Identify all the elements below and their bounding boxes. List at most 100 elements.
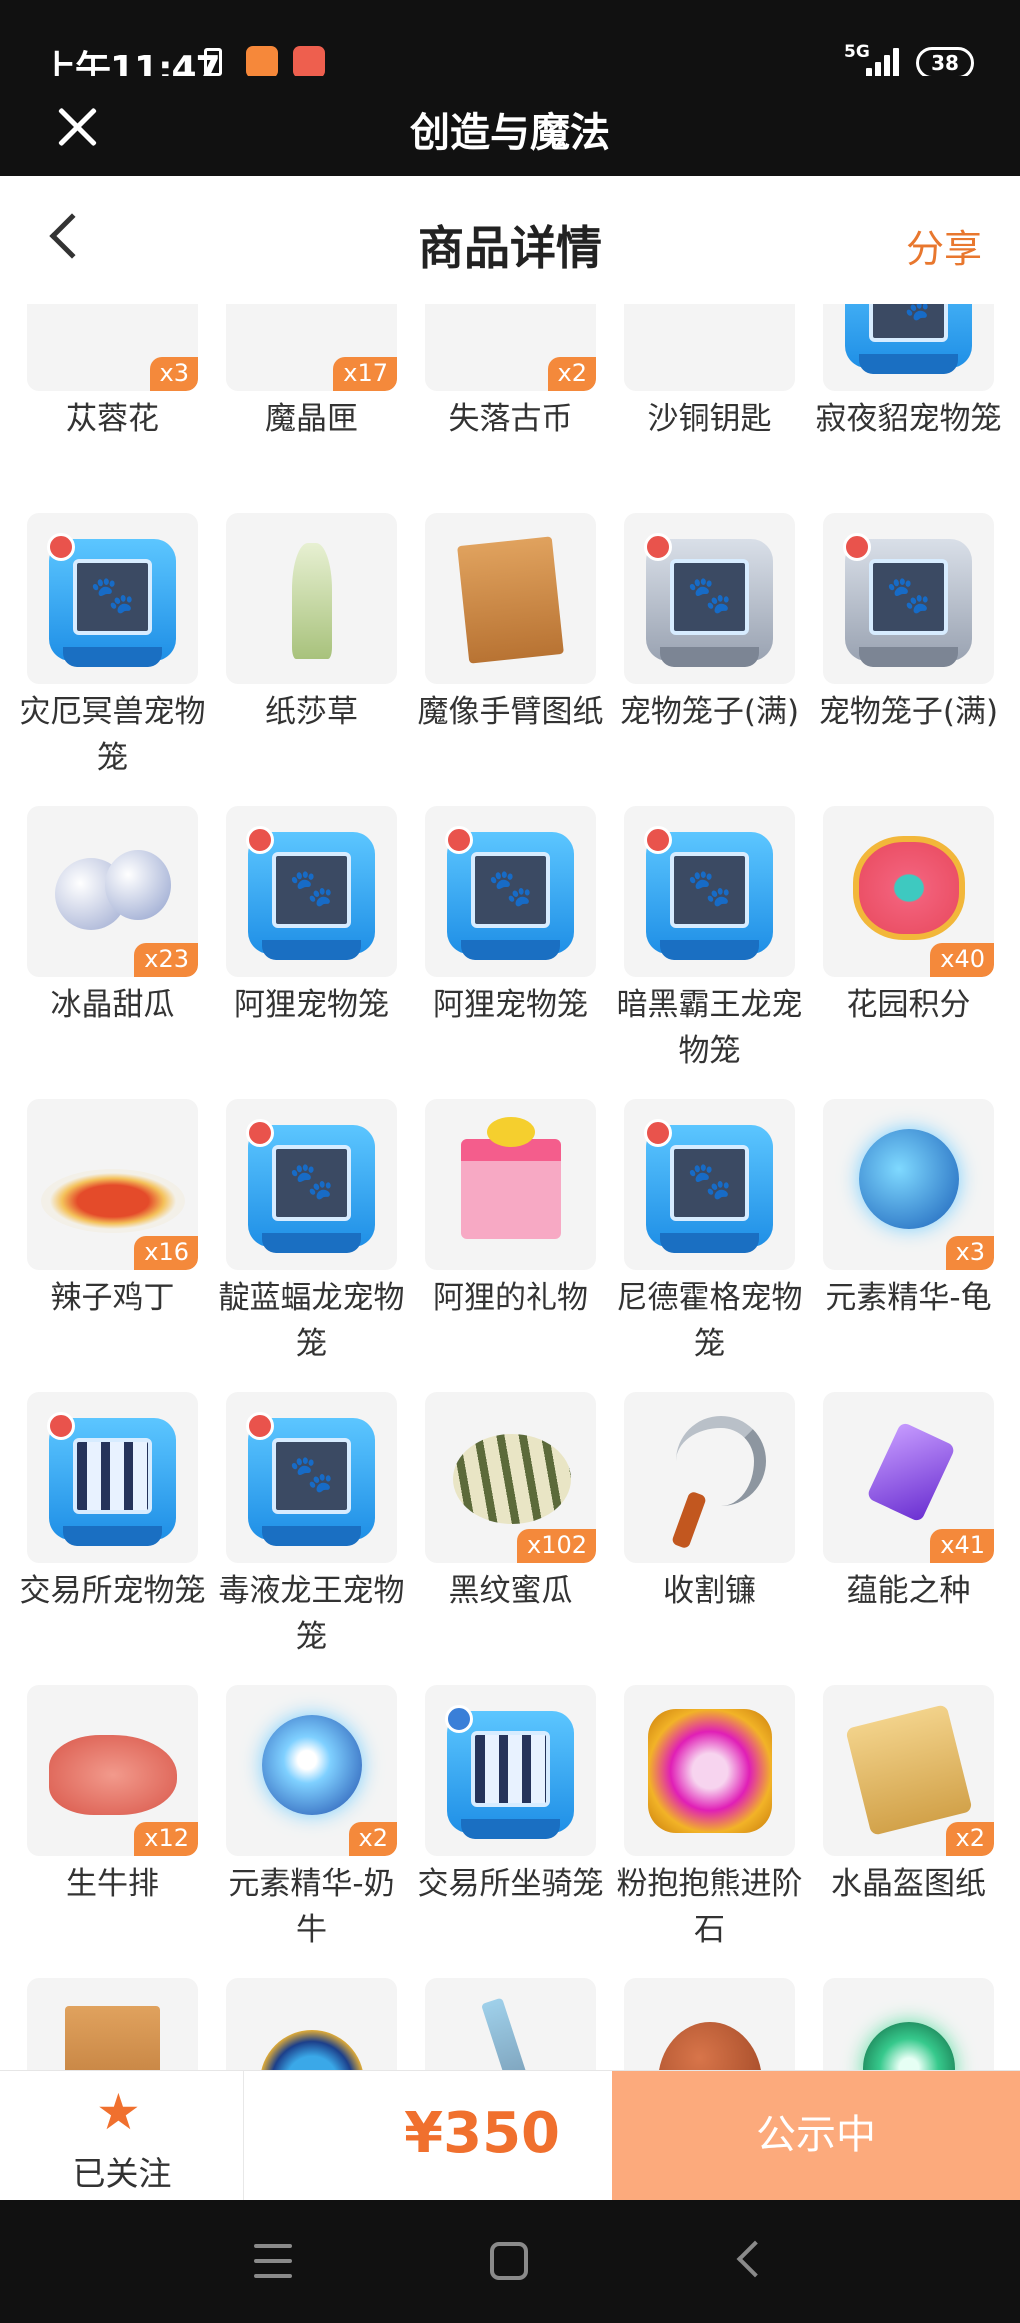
menu-icon[interactable] bbox=[254, 2244, 292, 2278]
item-name: 交易所宠物笼 bbox=[19, 1573, 206, 1609]
signal-icon bbox=[866, 46, 902, 78]
item-name: 苁蓉花 bbox=[66, 401, 159, 437]
garden-points-icon bbox=[853, 836, 965, 940]
quantity-badge: x2 bbox=[945, 1822, 994, 1856]
item-card[interactable]: 魔像手臂图纸 bbox=[418, 513, 604, 730]
item-card[interactable] bbox=[27, 1978, 198, 2070]
item-card[interactable]: 🐾 毒液龙王宠物笼 bbox=[219, 1392, 405, 1655]
item-thumbnail bbox=[27, 1392, 198, 1563]
item-thumbnail bbox=[27, 1978, 198, 2070]
quantity-badge: x41 bbox=[930, 1529, 994, 1563]
item-thumbnail bbox=[226, 1978, 397, 2070]
item-thumbnail: 🐾 bbox=[823, 513, 994, 684]
item-card[interactable]: 粉抱抱熊进阶石 bbox=[617, 1685, 803, 1948]
item-card[interactable]: x3 元素精华-龟 bbox=[823, 1099, 994, 1316]
essence-orb-icon bbox=[262, 1715, 362, 1815]
item-name: 沙铜钥匙 bbox=[647, 401, 772, 437]
item-thumbnail: 🐾 bbox=[624, 1099, 795, 1270]
item-name: 交易所坐骑笼 bbox=[417, 1866, 604, 1902]
item-card[interactable]: 🐾 宠物笼子(满) bbox=[819, 513, 998, 730]
item-card[interactable]: 沙铜钥匙 bbox=[624, 304, 795, 437]
quantity-badge: x2 bbox=[547, 357, 596, 391]
follow-button[interactable]: ★ 已关注 bbox=[0, 2071, 244, 2201]
blueprint-icon bbox=[65, 2006, 160, 2070]
gift-bow-icon bbox=[487, 1117, 535, 1147]
back-icon[interactable] bbox=[736, 2240, 774, 2278]
ice-melon-icon-2 bbox=[105, 850, 171, 920]
item-card[interactable]: 纸莎草 bbox=[226, 513, 397, 730]
essence-orb-icon bbox=[859, 1129, 959, 1229]
item-card[interactable]: 🐾 阿狸宠物笼 bbox=[425, 806, 596, 1023]
item-thumbnail: x23 bbox=[27, 806, 198, 977]
item-card[interactable]: x17 魔晶匣 bbox=[226, 304, 397, 437]
item-card[interactable]: x2 失落古币 bbox=[425, 304, 596, 437]
pet-cage-icon: 🐾 bbox=[845, 304, 972, 374]
share-button[interactable]: 分享 bbox=[906, 218, 982, 273]
item-card[interactable]: x102 黑纹蜜瓜 bbox=[425, 1392, 596, 1609]
item-thumbnail: 🐾 bbox=[624, 806, 795, 977]
item-thumbnail bbox=[624, 1392, 795, 1563]
item-name: 暗黑霸王龙宠物笼 bbox=[616, 987, 803, 1069]
item-card[interactable]: x16 辣子鸡丁 bbox=[27, 1099, 198, 1316]
item-name: 靛蓝蝠龙宠物笼 bbox=[218, 1280, 405, 1362]
item-name: 纸莎草 bbox=[265, 694, 358, 730]
item-card[interactable]: 🐾 阿狸宠物笼 bbox=[226, 806, 397, 1023]
item-thumbnail bbox=[624, 304, 795, 391]
egg-icon bbox=[658, 2022, 762, 2070]
grass-icon bbox=[292, 543, 332, 659]
item-card[interactable]: 🐾 靛蓝蝠龙宠物笼 bbox=[219, 1099, 405, 1362]
battery-icon: 38 bbox=[916, 47, 974, 79]
item-name: 毒液龙王宠物笼 bbox=[218, 1573, 405, 1655]
item-card[interactable]: 阿狸的礼物 bbox=[425, 1099, 596, 1316]
item-card[interactable]: x2 水晶盔图纸 bbox=[823, 1685, 994, 1902]
item-thumbnail: x17 bbox=[226, 304, 397, 391]
quantity-badge: x17 bbox=[333, 357, 397, 391]
item-thumbnail: 🐾 bbox=[823, 304, 994, 391]
item-thumbnail bbox=[425, 513, 596, 684]
item-card[interactable] bbox=[226, 1978, 397, 2070]
item-card[interactable]: x3 苁蓉花 bbox=[27, 304, 198, 437]
follow-label: 已关注 bbox=[72, 2154, 172, 2193]
app-notification-icon-2 bbox=[293, 46, 325, 78]
item-name: 元素精华-龟 bbox=[825, 1280, 992, 1316]
item-card[interactable]: x12 生牛排 bbox=[27, 1685, 198, 1902]
pet-badge-icon bbox=[246, 1119, 274, 1147]
steak-icon bbox=[49, 1735, 177, 1815]
item-grid: x3苁蓉花x17魔晶匣 x2 失落古币 沙铜钥匙 🐾寂夜貂宠物笼 🐾灾厄冥兽宠物笼纸莎草 魔… bbox=[0, 304, 1020, 2070]
item-card[interactable]: 🐾 尼德霍格宠物笼 bbox=[617, 1099, 803, 1362]
item-card[interactable]: 🐾 宠物笼子(满) bbox=[620, 513, 799, 730]
pet-badge-icon bbox=[47, 1412, 75, 1440]
item-card[interactable]: 收割镰 bbox=[624, 1392, 795, 1609]
item-card[interactable] bbox=[624, 1978, 795, 2070]
pet-badge-icon bbox=[246, 826, 274, 854]
price: ¥350 bbox=[404, 2101, 560, 2166]
item-card[interactable]: x41 蕴能之种 bbox=[823, 1392, 994, 1609]
quantity-badge: x12 bbox=[134, 1822, 198, 1856]
vibrate-icon bbox=[204, 48, 222, 76]
item-card[interactable]: x23 冰晶甜瓜 bbox=[27, 806, 198, 1023]
item-name: 收割镰 bbox=[663, 1573, 756, 1609]
item-card[interactable] bbox=[823, 1978, 994, 2070]
item-thumbnail: x12 bbox=[27, 1685, 198, 1856]
home-icon[interactable] bbox=[490, 2242, 528, 2280]
spear-icon bbox=[480, 1997, 540, 2070]
item-name: 辣子鸡丁 bbox=[50, 1280, 175, 1316]
item-name: 粉抱抱熊进阶石 bbox=[616, 1866, 803, 1948]
item-card[interactable]: 🐾 寂夜貂宠物笼 bbox=[816, 304, 1002, 437]
item-card[interactable]: x2 元素精华-奶牛 bbox=[226, 1685, 397, 1948]
item-card[interactable]: 🐾 灾厄冥兽宠物笼 bbox=[20, 513, 206, 776]
item-thumbnail: 🐾 bbox=[226, 1099, 397, 1270]
item-card[interactable]: 🐾 暗黑霸王龙宠物笼 bbox=[617, 806, 803, 1069]
item-name: 失落古币 bbox=[448, 401, 573, 437]
item-card[interactable]: 交易所宠物笼 bbox=[20, 1392, 206, 1609]
scroll-icon bbox=[845, 1704, 973, 1836]
item-card[interactable]: 交易所坐骑笼 bbox=[418, 1685, 604, 1902]
pet-badge-icon bbox=[445, 826, 473, 854]
item-card[interactable]: x40 花园积分 bbox=[823, 806, 994, 1023]
item-thumbnail bbox=[624, 1685, 795, 1856]
item-name: 冰晶甜瓜 bbox=[50, 987, 175, 1023]
page-title: 商品详情 bbox=[418, 221, 602, 275]
item-card[interactable] bbox=[425, 1978, 596, 2070]
status-button[interactable]: 公示中 bbox=[612, 2071, 1020, 2201]
item-thumbnail: 🐾 bbox=[624, 513, 795, 684]
